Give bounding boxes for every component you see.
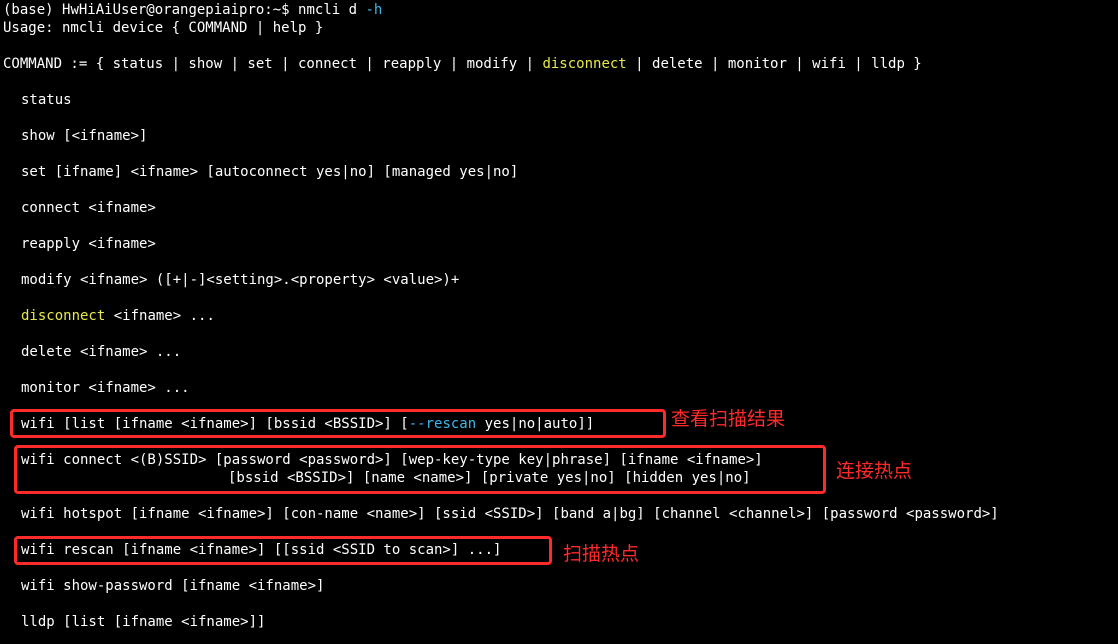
conda-env: (base) (3, 2, 54, 18)
highlight-box-wifi-list (10, 409, 666, 438)
entry-disconnect: disconnect <ifname> ... (21, 307, 215, 325)
disconnect-keyword: disconnect (21, 308, 106, 324)
disconnect-args: <ifname> ... (105, 308, 215, 324)
highlight-box-wifi-rescan (14, 536, 552, 565)
entry-set: set [ifname] <ifname> [autoconnect yes|n… (21, 164, 519, 180)
entry-connect: connect <ifname> (21, 200, 156, 216)
command-list-disconnect: disconnect (542, 56, 627, 72)
highlight-box-wifi-connect (14, 445, 826, 494)
typed-command: nmcli d (298, 2, 358, 18)
annotation-view-scan-results: 查看扫描结果 (671, 408, 786, 430)
command-list-prefix: COMMAND := { status | show | set | conne… (3, 56, 543, 72)
entry-modify: modify <ifname> ([+|-]<setting>.<propert… (21, 272, 460, 288)
prompt-line: (base) HwHiAiUser@orangepiaipro:~$ nmcli… (3, 1, 382, 19)
entry-lldp: lldp [list [ifname <ifname>]] (21, 614, 266, 630)
entry-show: show [<ifname>] (21, 128, 148, 144)
command-list-line: COMMAND := { status | show | set | conne… (3, 55, 922, 73)
entry-monitor: monitor <ifname> ... (21, 380, 190, 396)
command-list-suffix: | delete | monitor | wifi | lldp } (626, 56, 922, 72)
entry-reapply: reapply <ifname> (21, 236, 156, 252)
usage-line: Usage: nmcli device { COMMAND | help } (3, 20, 324, 36)
annotation-connect-hotspot: 连接热点 (836, 460, 913, 482)
entry-status: status (21, 92, 72, 108)
entry-wifi-hotspot: wifi hotspot [ifname <ifname>] [con-name… (21, 506, 999, 522)
user-host: HwHiAiUser@orangepiaipro:~$ (62, 2, 290, 18)
entry-delete: delete <ifname> ... (21, 344, 182, 360)
annotation-scan-hotspot: 扫描热点 (563, 543, 640, 565)
entry-wifi-show-password: wifi show-password [ifname <ifname>] (21, 578, 325, 594)
help-flag: -h (365, 2, 383, 18)
terminal-window[interactable]: (base) HwHiAiUser@orangepiaipro:~$ nmcli… (0, 0, 1118, 644)
